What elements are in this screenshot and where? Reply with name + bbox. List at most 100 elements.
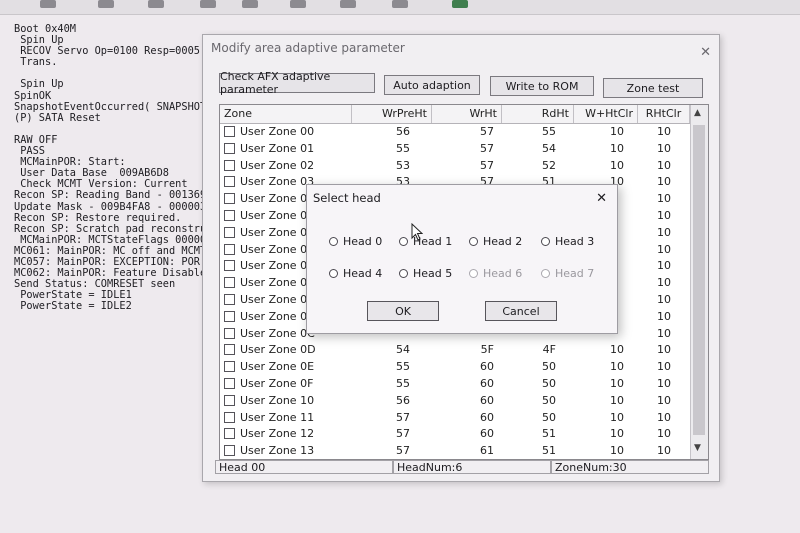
row-checkbox[interactable] bbox=[224, 126, 235, 137]
row-checkbox[interactable] bbox=[224, 428, 235, 440]
row-checkbox[interactable] bbox=[224, 142, 235, 154]
wrpreht-cell[interactable]: 55 bbox=[352, 359, 432, 376]
table-row[interactable]: User Zone 0E 55 60 50 10 10 bbox=[220, 359, 690, 376]
wrht-cell[interactable]: 60 bbox=[432, 359, 502, 376]
table-row[interactable]: User Zone 0D 54 5F 4F 10 10 bbox=[220, 342, 690, 359]
rdht-cell[interactable]: 51 bbox=[502, 426, 574, 443]
rdht-cell[interactable]: 50 bbox=[502, 376, 574, 393]
table-row[interactable]: User Zone 12 57 60 51 10 10 bbox=[220, 426, 690, 443]
row-checkbox[interactable] bbox=[224, 226, 235, 238]
wrht-cell[interactable]: 61 bbox=[432, 443, 502, 459]
check-afx-button[interactable]: Check AFX adaptive parameter bbox=[219, 70, 375, 96]
wrht-cell[interactable]: 57 bbox=[432, 158, 502, 175]
rhtclr-cell[interactable]: 10 bbox=[638, 208, 690, 225]
rhtclr-cell[interactable]: 10 bbox=[638, 242, 690, 259]
row-checkbox[interactable] bbox=[224, 176, 235, 188]
column-header-zone[interactable]: Zone bbox=[220, 105, 352, 123]
head-radio-2[interactable]: Head 2 bbox=[469, 235, 522, 248]
wrht-cell[interactable]: 60 bbox=[432, 426, 502, 443]
wrht-cell[interactable]: 5F bbox=[432, 342, 502, 359]
rhtclr-cell[interactable]: 10 bbox=[638, 342, 690, 359]
table-row[interactable]: User Zone 13 57 61 51 10 10 bbox=[220, 443, 690, 459]
scroll-down-icon[interactable]: ▼ bbox=[694, 443, 701, 453]
wrpreht-cell[interactable]: 55 bbox=[352, 376, 432, 393]
whtclr-cell[interactable]: 10 bbox=[574, 141, 638, 158]
rhtclr-cell[interactable]: 10 bbox=[638, 258, 690, 275]
table-row[interactable]: User Zone 00 56 57 55 10 10 bbox=[220, 124, 690, 141]
toolbar-icon[interactable] bbox=[392, 0, 408, 8]
rhtclr-cell[interactable]: 10 bbox=[638, 426, 690, 443]
wrpreht-cell[interactable]: 56 bbox=[352, 393, 432, 410]
rdht-cell[interactable]: 51 bbox=[502, 443, 574, 459]
table-row[interactable]: User Zone 01 55 57 54 10 10 bbox=[220, 141, 690, 158]
cancel-button[interactable]: Cancel bbox=[485, 301, 557, 321]
whtclr-cell[interactable]: 10 bbox=[574, 443, 638, 459]
row-checkbox[interactable] bbox=[224, 243, 235, 255]
write-to-rom-button[interactable]: Write to ROM bbox=[490, 76, 594, 96]
rhtclr-cell[interactable]: 10 bbox=[638, 158, 690, 175]
toolbar-icon[interactable] bbox=[148, 0, 164, 8]
head-radio-5[interactable]: Head 5 bbox=[399, 267, 452, 280]
whtclr-cell[interactable]: 10 bbox=[574, 376, 638, 393]
wrpreht-cell[interactable]: 55 bbox=[352, 141, 432, 158]
row-checkbox[interactable] bbox=[224, 344, 235, 356]
table-row[interactable]: User Zone 11 57 60 50 10 10 bbox=[220, 410, 690, 427]
column-header-whtclr[interactable]: W+HtClr bbox=[574, 105, 638, 123]
table-row[interactable]: User Zone 0F 55 60 50 10 10 bbox=[220, 376, 690, 393]
head-radio-3[interactable]: Head 3 bbox=[541, 235, 594, 248]
toolbar-icon[interactable] bbox=[200, 0, 216, 8]
rhtclr-cell[interactable]: 10 bbox=[638, 191, 690, 208]
vertical-scrollbar[interactable]: ▲ ▼ bbox=[690, 105, 708, 459]
row-checkbox[interactable] bbox=[224, 411, 235, 423]
wrpreht-cell[interactable]: 57 bbox=[352, 443, 432, 459]
wrpreht-cell[interactable]: 57 bbox=[352, 426, 432, 443]
close-icon[interactable]: ✕ bbox=[700, 45, 711, 60]
wrht-cell[interactable]: 60 bbox=[432, 410, 502, 427]
head-radio-1[interactable]: Head 1 bbox=[399, 235, 452, 248]
rhtclr-cell[interactable]: 10 bbox=[638, 174, 690, 191]
row-checkbox[interactable] bbox=[224, 210, 235, 221]
wrpreht-cell[interactable]: 53 bbox=[352, 158, 432, 175]
row-checkbox[interactable] bbox=[224, 361, 235, 373]
row-checkbox[interactable] bbox=[224, 277, 235, 289]
row-checkbox[interactable] bbox=[224, 294, 235, 305]
rdht-cell[interactable]: 55 bbox=[502, 124, 574, 141]
rhtclr-cell[interactable]: 10 bbox=[638, 326, 690, 343]
rdht-cell[interactable]: 52 bbox=[502, 158, 574, 175]
column-header-wrpreht[interactable]: WrPreHt bbox=[352, 105, 432, 123]
wrht-cell[interactable]: 60 bbox=[432, 376, 502, 393]
rdht-cell[interactable]: 50 bbox=[502, 410, 574, 427]
whtclr-cell[interactable]: 10 bbox=[574, 426, 638, 443]
toolbar-icon[interactable] bbox=[452, 0, 468, 8]
rdht-cell[interactable]: 4F bbox=[502, 342, 574, 359]
rdht-cell[interactable]: 50 bbox=[502, 393, 574, 410]
rhtclr-cell[interactable]: 10 bbox=[638, 443, 690, 459]
rhtclr-cell[interactable]: 10 bbox=[638, 275, 690, 292]
toolbar-icon[interactable] bbox=[290, 0, 306, 8]
whtclr-cell[interactable]: 10 bbox=[574, 410, 638, 427]
row-checkbox[interactable] bbox=[224, 394, 235, 406]
table-row[interactable]: User Zone 02 53 57 52 10 10 bbox=[220, 158, 690, 175]
row-checkbox[interactable] bbox=[224, 260, 235, 272]
row-checkbox[interactable] bbox=[224, 193, 235, 205]
wrht-cell[interactable]: 57 bbox=[432, 141, 502, 158]
whtclr-cell[interactable]: 10 bbox=[574, 393, 638, 410]
zone-test-button[interactable]: Zone test bbox=[603, 78, 703, 98]
rhtclr-cell[interactable]: 10 bbox=[638, 359, 690, 376]
toolbar-icon[interactable] bbox=[40, 0, 56, 8]
rhtclr-cell[interactable]: 10 bbox=[638, 292, 690, 309]
scrollbar-thumb[interactable] bbox=[693, 125, 705, 435]
wrht-cell[interactable]: 57 bbox=[432, 124, 502, 141]
head-radio-0[interactable]: Head 0 bbox=[329, 235, 382, 248]
wrpreht-cell[interactable]: 56 bbox=[352, 124, 432, 141]
table-row[interactable]: User Zone 10 56 60 50 10 10 bbox=[220, 393, 690, 410]
whtclr-cell[interactable]: 10 bbox=[574, 342, 638, 359]
rhtclr-cell[interactable]: 10 bbox=[638, 393, 690, 410]
row-checkbox[interactable] bbox=[224, 310, 235, 322]
whtclr-cell[interactable]: 10 bbox=[574, 158, 638, 175]
column-header-rdht[interactable]: RdHt bbox=[502, 105, 574, 123]
rhtclr-cell[interactable]: 10 bbox=[638, 124, 690, 141]
rdht-cell[interactable]: 50 bbox=[502, 359, 574, 376]
rdht-cell[interactable]: 54 bbox=[502, 141, 574, 158]
scroll-up-icon[interactable]: ▲ bbox=[694, 108, 701, 118]
